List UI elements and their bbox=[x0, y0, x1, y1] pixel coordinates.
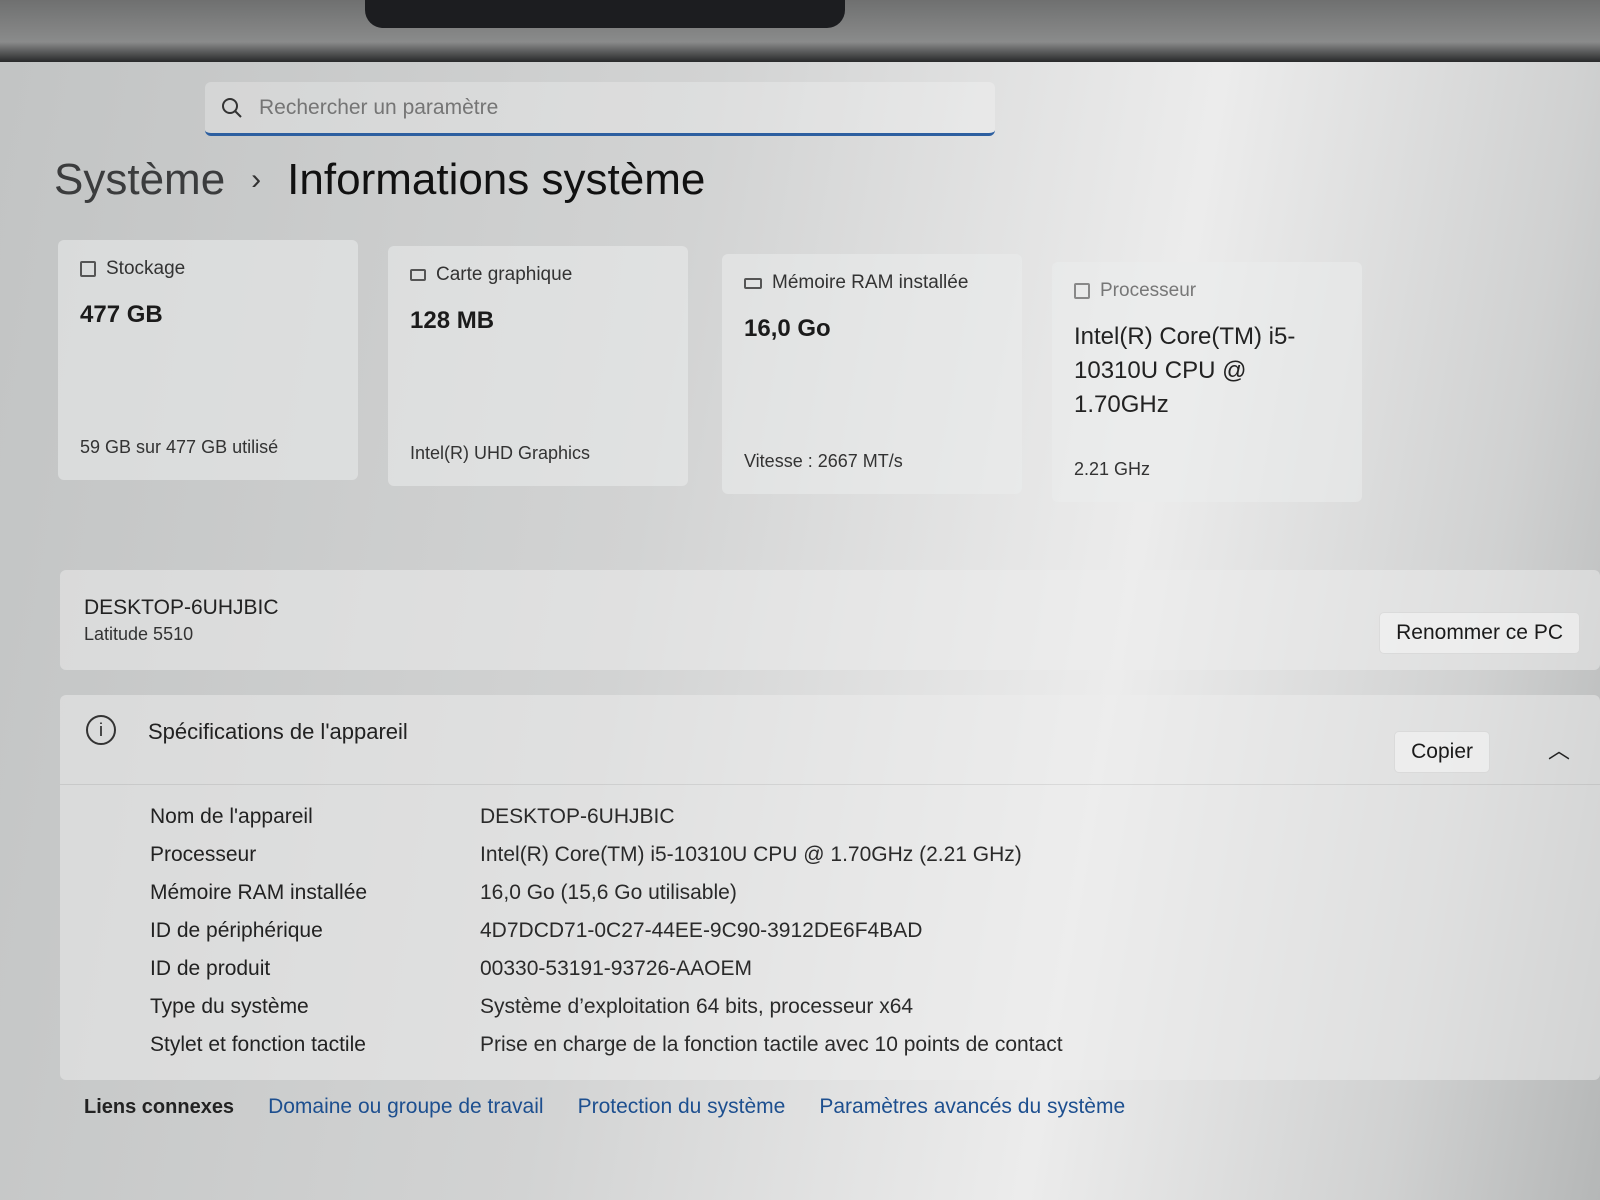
spec-row: Mémoire RAM installée 16,0 Go (15,6 Go ut… bbox=[150, 874, 1063, 912]
ram-icon bbox=[744, 277, 762, 289]
spec-label: Nom de l'appareil bbox=[150, 805, 313, 828]
spec-row: Stylet et fonction tactile Prise en charg… bbox=[150, 1026, 1063, 1064]
breadcrumb-parent[interactable]: Système bbox=[54, 155, 225, 205]
card-title: Carte graphique bbox=[436, 264, 573, 285]
chevron-up-icon[interactable]: ︿ bbox=[1548, 733, 1570, 765]
card-title: Mémoire RAM installée bbox=[772, 272, 969, 293]
related-links: Liens connexes Domaine ou groupe de trav… bbox=[84, 1095, 1125, 1119]
link-advanced-system-settings[interactable]: Paramètres avancés du système bbox=[819, 1095, 1125, 1119]
spec-value: DESKTOP-6UHJBIC bbox=[480, 805, 675, 828]
info-icon: i bbox=[86, 715, 116, 745]
search-input[interactable] bbox=[259, 95, 939, 120]
related-links-label: Liens connexes bbox=[84, 1095, 235, 1118]
monitor-bezel bbox=[0, 0, 1600, 70]
search-icon bbox=[222, 97, 242, 118]
spec-value: Intel(R) Core(TM) i5-10310U CPU @ 1.70GH… bbox=[480, 843, 1022, 866]
spec-label: Stylet et fonction tactile bbox=[150, 1033, 366, 1056]
card-subtitle: Vitesse : 2667 MT/s bbox=[744, 451, 903, 471]
specs-table: Nom de l'appareil DESKTOP-6UHJBIC Process… bbox=[150, 798, 1063, 1064]
spec-label: ID de produit bbox=[150, 957, 271, 980]
link-domain-workgroup[interactable]: Domaine ou groupe de travail bbox=[268, 1095, 544, 1119]
spec-value: 4D7DCD71-0C27-44EE-9C90-3912DE6F4BAD bbox=[480, 919, 923, 942]
card-subtitle: Intel(R) UHD Graphics bbox=[410, 443, 591, 463]
card-graphics[interactable]: Carte graphique 128 MB Intel(R) UHD Grap… bbox=[388, 246, 688, 486]
specs-header[interactable]: i Spécifications de l'appareil Copier ︿ bbox=[60, 695, 1600, 785]
spec-row: ID de périphérique 4D7DCD71-0C27-44EE-9C9… bbox=[150, 912, 1063, 950]
card-storage[interactable]: Stockage 477 GB 59 GB sur 477 GB utilisé bbox=[58, 240, 358, 480]
cpu-icon bbox=[1074, 283, 1090, 299]
spec-label: Mémoire RAM installée bbox=[150, 881, 368, 904]
spec-value: 00330-53191-93726-AAOEM bbox=[480, 957, 753, 980]
spec-label: Processeur bbox=[150, 843, 257, 866]
storage-icon bbox=[80, 261, 96, 277]
chevron-right-icon: › bbox=[251, 163, 262, 196]
spec-row: Nom de l'appareil DESKTOP-6UHJBIC bbox=[150, 798, 1063, 836]
device-name: DESKTOP-6UHJBIC bbox=[84, 596, 279, 619]
card-subtitle: 59 GB sur 477 GB utilisé bbox=[80, 437, 279, 457]
card-processor[interactable]: Processeur Intel(R) Core(TM) i5-10310U C… bbox=[1052, 262, 1362, 502]
search-box[interactable] bbox=[205, 82, 995, 136]
webcam-notch bbox=[365, 0, 845, 28]
spec-label: Type du système bbox=[150, 995, 309, 1018]
rename-pc-button[interactable]: Renommer ce PC bbox=[1379, 612, 1580, 654]
card-value: Intel(R) Core(TM) i5-10310U CPU @ 1.70GH… bbox=[1074, 323, 1296, 418]
gpu-icon bbox=[410, 269, 426, 281]
breadcrumb: Système › Informations système bbox=[54, 155, 705, 205]
spec-row: ID de produit 00330-53191-93726-AAOEM bbox=[150, 950, 1063, 988]
card-value: 16,0 Go bbox=[744, 315, 831, 342]
spec-row: Type du système Système d’exploitation 64… bbox=[150, 988, 1063, 1026]
spec-value: Prise en charge de la fonction tactile a… bbox=[480, 1033, 1063, 1056]
page-title: Informations système bbox=[287, 155, 706, 204]
device-name-panel: DESKTOP-6UHJBIC Latitude 5510 Renommer c… bbox=[60, 570, 1600, 670]
card-title: Stockage bbox=[106, 258, 186, 279]
spec-row: Processeur Intel(R) Core(TM) i5-10310U CP… bbox=[150, 836, 1063, 874]
card-subtitle: 2.21 GHz bbox=[1074, 459, 1151, 479]
spec-label: ID de périphérique bbox=[150, 919, 323, 942]
card-title: Processeur bbox=[1100, 280, 1197, 301]
specs-title: Spécifications de l'appareil bbox=[148, 719, 408, 744]
spec-value: 16,0 Go (15,6 Go utilisable) bbox=[480, 881, 737, 904]
card-ram[interactable]: Mémoire RAM installée 16,0 Go Vitesse : … bbox=[722, 254, 1022, 494]
device-model: Latitude 5510 bbox=[84, 624, 194, 644]
card-value: 128 MB bbox=[410, 307, 495, 334]
card-value: 477 GB bbox=[80, 301, 163, 328]
copy-button[interactable]: Copier bbox=[1394, 731, 1490, 773]
link-system-protection[interactable]: Protection du système bbox=[578, 1095, 786, 1119]
spec-value: Système d’exploitation 64 bits, processe… bbox=[480, 995, 914, 1018]
